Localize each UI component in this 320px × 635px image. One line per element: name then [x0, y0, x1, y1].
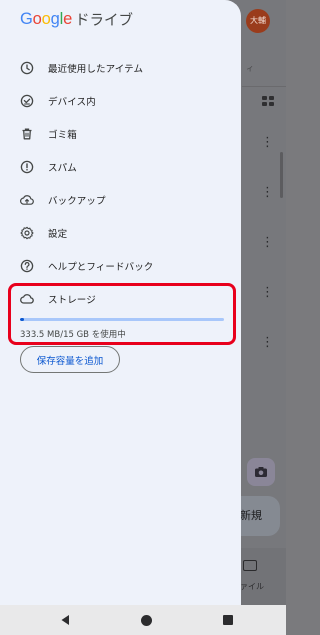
drawer-item-label: デバイス内: [48, 97, 96, 108]
more-vert-icon: ⋮: [261, 335, 274, 350]
home-icon[interactable]: [141, 615, 152, 626]
drawer-item-spam[interactable]: スパム: [8, 152, 234, 182]
background-divider: [242, 86, 286, 87]
cloud-icon: [20, 292, 34, 306]
storage-progress-fill: [20, 318, 25, 321]
help-icon: [20, 259, 34, 273]
drawer-item-offline[interactable]: デバイス内: [8, 86, 234, 116]
navigation-drawer: Google ドライブ 最近使用したアイテム デバイス内 ゴミ箱 スパム バック…: [0, 0, 241, 605]
drawer-item-label: ゴミ箱: [48, 130, 77, 141]
drawer-item-label: 設定: [48, 229, 68, 240]
drawer-item-label: ストレージ: [48, 295, 96, 306]
drawer-item-label: 最近使用したアイテム: [48, 64, 144, 75]
bottom-tab-files-label: ァイル: [240, 582, 264, 591]
system-navigation-bar: [0, 605, 286, 635]
recents-icon[interactable]: [223, 615, 233, 625]
drawer-item-trash[interactable]: ゴミ箱: [8, 119, 234, 149]
cloud-upload-icon: [20, 193, 34, 207]
more-vert-icon: ⋮: [261, 235, 274, 250]
more-vert-icon: ⋮: [261, 285, 274, 300]
gear-icon: [20, 226, 34, 240]
trash-icon: [20, 127, 34, 141]
account-avatar: 大輔: [246, 9, 270, 33]
more-vert-icon: ⋮: [261, 135, 274, 150]
clock-icon: [20, 61, 34, 75]
grid-view-icon: [262, 96, 274, 106]
background-tab-label: ィ: [246, 64, 254, 73]
folder-icon: [243, 560, 257, 571]
drawer-header: Google ドライブ: [20, 8, 133, 30]
drawer-item-settings[interactable]: 設定: [8, 218, 234, 248]
offline-check-icon: [20, 94, 34, 108]
drawer-item-recent[interactable]: 最近使用したアイテム: [8, 53, 234, 83]
camera-scan-button: [247, 458, 275, 486]
buy-storage-button[interactable]: 保存容量を追加: [20, 346, 120, 373]
more-vert-icon: ⋮: [261, 185, 274, 200]
scrollbar: [280, 152, 283, 198]
camera-icon: [255, 467, 267, 477]
back-icon[interactable]: [60, 614, 70, 626]
drawer-item-label: ヘルプとフィードバック: [48, 262, 154, 273]
storage-progress-bar: [20, 318, 224, 321]
drawer-item-backup[interactable]: バックアップ: [8, 185, 234, 215]
drawer-item-storage[interactable]: ストレージ: [8, 284, 234, 314]
spam-icon: [20, 160, 34, 174]
drawer-item-label: バックアップ: [48, 196, 106, 207]
storage-usage-text: 333.5 MB/15 GB を使用中: [20, 330, 126, 340]
drawer-item-label: スパム: [48, 163, 77, 174]
google-logo: Google: [20, 9, 73, 28]
app-name: ドライブ: [75, 12, 134, 29]
drawer-item-help[interactable]: ヘルプとフィードバック: [8, 251, 234, 281]
